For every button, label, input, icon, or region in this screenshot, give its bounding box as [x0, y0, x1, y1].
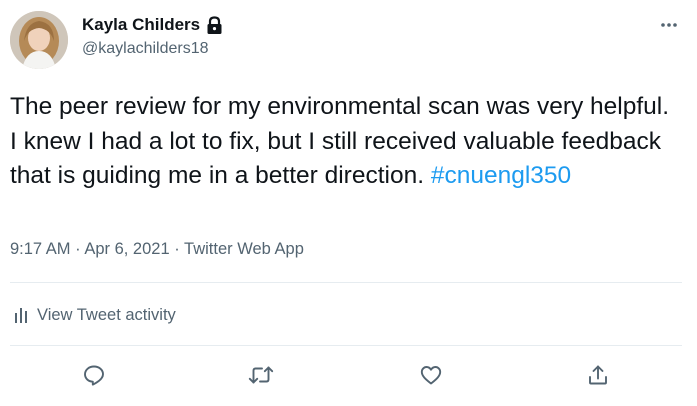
tweet-date[interactable]: Apr 6, 2021	[84, 240, 169, 258]
more-horizontal-icon	[661, 23, 677, 27]
retweet-button[interactable]	[246, 361, 276, 389]
display-name-text[interactable]: Kayla Childers	[82, 15, 200, 35]
meta-separator: ·	[174, 240, 180, 258]
author-display-name[interactable]: Kayla Childers	[82, 15, 223, 35]
author-handle[interactable]: @kaylachilders18	[82, 40, 209, 58]
reply-button[interactable]	[79, 361, 109, 389]
divider	[10, 282, 682, 283]
avatar[interactable]	[10, 11, 68, 69]
lock-icon	[206, 15, 223, 35]
view-tweet-activity-label[interactable]: View Tweet activity	[37, 306, 176, 325]
bar-chart-icon	[15, 308, 27, 323]
more-options-button[interactable]	[654, 14, 684, 36]
avatar-image	[10, 11, 68, 69]
hashtag-link[interactable]: #cnuengl350	[431, 162, 571, 189]
view-tweet-activity-link[interactable]: View Tweet activity	[14, 303, 176, 327]
tweet-time[interactable]: 9:17 AM	[10, 240, 71, 258]
tweet-source[interactable]: Twitter Web App	[184, 240, 304, 258]
divider	[10, 345, 682, 346]
tweet-card: Kayla Childers @kaylachilders18 The peer…	[0, 0, 697, 406]
meta-separator: ·	[75, 240, 81, 258]
like-button[interactable]	[416, 361, 446, 389]
share-button[interactable]	[583, 361, 613, 389]
heart-icon	[420, 366, 442, 385]
tweet-metadata: 9:17 AM · Apr 6, 2021 · Twitter Web App	[10, 240, 304, 259]
retweet-icon	[248, 366, 274, 384]
reply-icon	[84, 365, 104, 386]
share-icon	[589, 365, 607, 385]
tweet-text: The peer review for my environmental sca…	[10, 90, 680, 194]
